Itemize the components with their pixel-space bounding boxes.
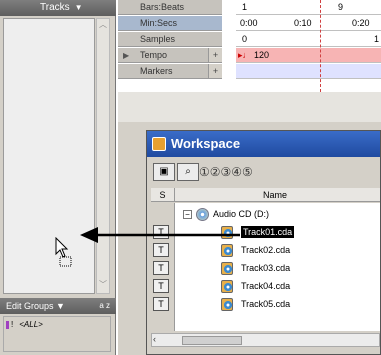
column-s[interactable]: S [151,188,175,202]
scrollbar-thumb[interactable] [182,336,242,345]
drag-cursor-icon [55,237,72,267]
edit-groups-header[interactable]: Edit Groups ▼ a z [0,298,116,314]
search-button[interactable]: ⌕ [177,163,199,181]
tracks-header[interactable]: Tracks ▼ [0,0,116,16]
time-tick-label: 0:00 [240,18,258,28]
edit-group-label: <ALL> [19,320,43,329]
ruler-label: Bars:Beats [140,2,185,12]
track-row[interactable]: T Track03.cda [151,259,380,277]
workspace-horizontal-scrollbar[interactable]: ‹ [151,333,380,347]
ruler-samples[interactable]: Samples [118,32,222,47]
tracks-title: Tracks [40,2,70,13]
time-tick-label: 0:20 [352,18,370,28]
track-status-button[interactable]: T [153,297,169,311]
audio-file-icon [221,244,233,257]
dropdown-arrow-icon[interactable]: ▼ [56,301,65,311]
ruler-label: Samples [140,34,176,44]
track-status-button[interactable]: T [153,243,169,257]
ruler-tempo[interactable]: ▶ Tempo + [118,48,222,63]
group-flag: ! [11,320,14,329]
edit-group-row[interactable]: ! <ALL> [6,320,43,329]
scroll-up-icon[interactable]: ︿ [97,19,109,33]
audio-file-icon [221,262,233,275]
audio-file-icon [221,298,233,311]
sample-tick-label: 1 [374,34,380,44]
sample-tick-label: 0 [242,34,248,44]
time-tick-label: 0:10 [294,18,312,28]
track-name[interactable]: Track03.cda [241,259,290,277]
edit-window-strip [118,92,381,122]
ruler-label: Tempo [140,50,168,60]
track-status-button[interactable]: T [153,279,169,293]
playhead-line [320,0,321,92]
column-name[interactable]: Name [175,188,375,202]
workspace-title: Workspace [171,136,241,151]
track-name[interactable]: Track04.cda [241,277,290,295]
edit-groups-list[interactable]: ! <ALL> [3,316,111,352]
bars-beats-timeline: 1 9 [236,0,381,15]
workspace-preset-buttons[interactable]: ①②③④⑤ [199,165,253,179]
drive-row[interactable]: − Audio CD (D:) [151,205,380,223]
edit-groups-title: Edit Groups [6,301,54,311]
track-name[interactable]: Track01.cda [241,226,295,238]
tempo-marker-icon[interactable]: ▸♩ [238,48,252,63]
track-name[interactable]: Track05.cda [241,295,290,313]
drive-label: Audio CD (D:) [213,209,270,219]
workspace-toolbar: ▣ ⌕ ①②③④⑤ [147,159,380,185]
dropdown-arrow-icon[interactable]: ▼ [75,0,83,16]
workspace-app-icon [152,137,166,151]
sort-az-icon[interactable]: a z [99,298,110,314]
min-secs-timeline: 0:00 0:10 0:20 [236,16,381,31]
bar-tick-label: 1 [242,2,248,12]
group-color-swatch [6,320,9,329]
add-tempo-button[interactable]: + [208,48,222,62]
drag-arrow-icon [80,227,240,243]
add-marker-button[interactable]: + [208,64,222,78]
tracks-scrollbar[interactable]: ︿ ﹀ [96,18,110,294]
track-name[interactable]: Track02.cda [241,241,290,259]
ruler-min-secs[interactable]: Min:Secs [118,16,222,31]
workspace-title-bar[interactable]: Workspace [147,131,380,157]
markers-timeline[interactable] [236,64,381,79]
ruler-timeline[interactable]: 1 9 0:00 0:10 0:20 0 1 ▸♩ 120 [236,0,381,92]
collapse-icon[interactable]: − [183,210,192,219]
workspace-column-header: S Name [151,188,380,202]
ruler-bars-beats[interactable]: Bars:Beats [118,0,222,15]
tempo-timeline[interactable]: ▸♩ 120 [236,48,381,63]
ruler-markers[interactable]: Markers + [118,64,222,79]
scroll-left-icon[interactable]: ‹ [153,334,156,344]
ruler-label: Min:Secs [140,18,178,28]
audio-file-icon [221,280,233,293]
bar-tick-label: 9 [338,2,344,12]
track-row[interactable]: T Track04.cda [151,277,380,295]
scroll-down-icon[interactable]: ﹀ [97,279,109,293]
track-status-button[interactable]: T [153,261,169,275]
expand-triangle-icon[interactable]: ▶ [123,48,129,63]
samples-timeline: 0 1 [236,32,381,47]
browse-drive-button[interactable]: ▣ [153,163,175,181]
tracks-panel: Tracks ▼ ︿ ﹀ Edit Groups ▼ a z ! <ALL> [0,0,116,355]
audio-cd-icon [196,208,209,221]
track-row[interactable]: T Track05.cda [151,295,380,313]
tempo-value: 120 [254,50,270,60]
ruler-labels: Bars:Beats Min:Secs Samples ▶ Tempo + Mark… [118,0,222,92]
tracks-list[interactable] [3,18,95,294]
ruler-label: Markers [140,66,173,76]
